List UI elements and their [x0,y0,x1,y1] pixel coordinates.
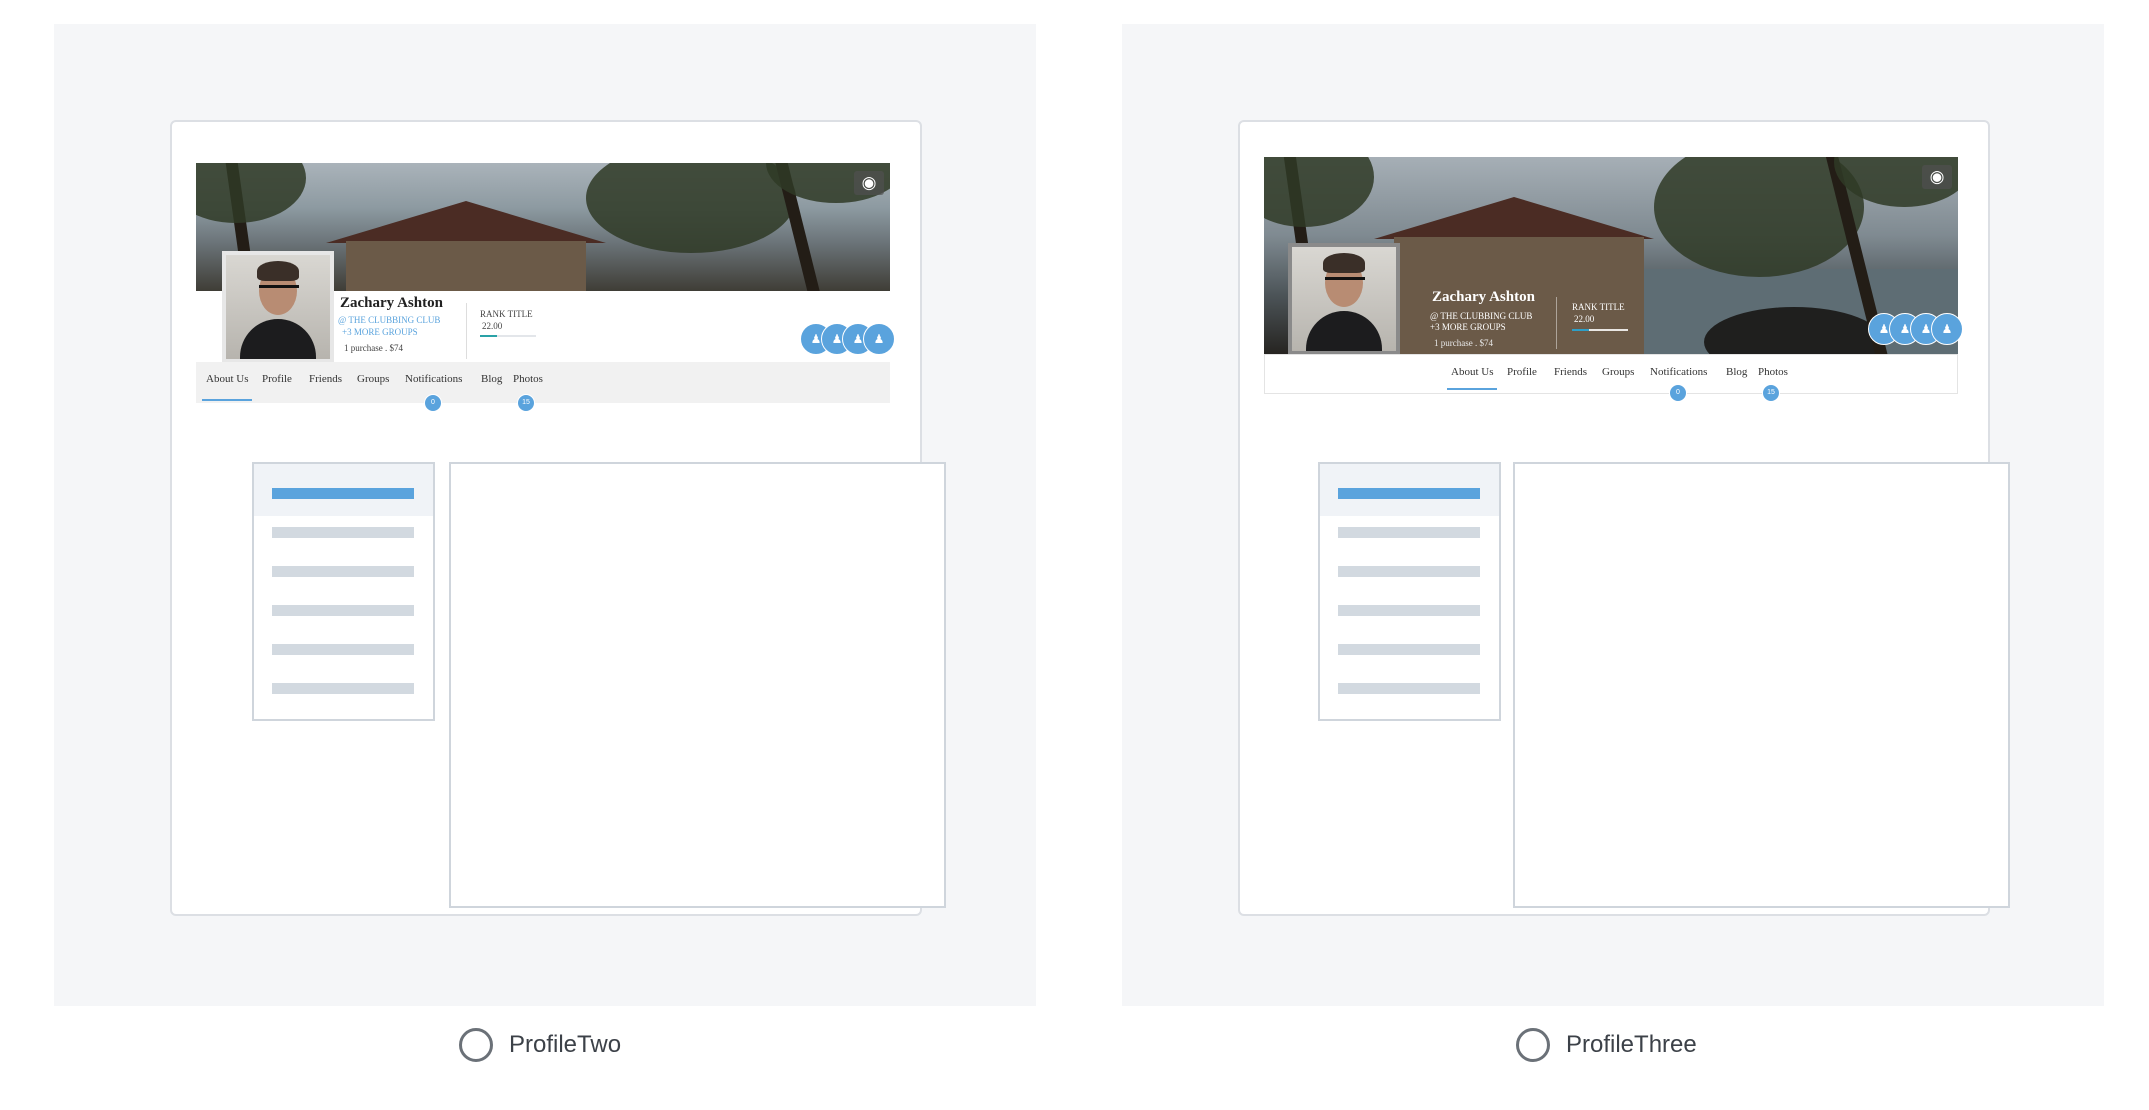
layout-option-profile-three[interactable]: ◉ Zachary Ashton @ THE CLUBBING CLUB +3 … [1068,0,2149,1110]
radio-button[interactable] [1516,1028,1550,1062]
divider [1556,297,1557,349]
photos-count-badge: 15 [517,394,535,412]
tab-profile[interactable]: Profile [1507,366,1537,378]
active-tab-indicator [1447,388,1497,390]
divider [466,303,467,359]
content-placeholder [1513,462,2010,908]
rank-title: RANK TITLE [1572,302,1625,312]
tab-groups[interactable]: Groups [1602,366,1634,378]
preview-panel: ◉ Zachary Ashton @ THE CLUBBING CLUB +3 … [1122,24,2104,1006]
tab-notifications[interactable]: Notifications [1650,366,1707,378]
notifications-count-badge: 0 [424,394,442,412]
tab-groups[interactable]: Groups [357,373,389,385]
rank-value: 22.00 [1574,314,1595,324]
rank-progress-bar [480,335,536,337]
group-link[interactable]: @ THE CLUBBING CLUB [1430,311,1532,321]
purchase-summary: 1 purchase . $74 [344,343,403,353]
layout-option-profile-two[interactable]: ◉ Zachary Ashton @ THE CLUBBING CLUB +3 … [0,0,1081,1110]
tab-about-us[interactable]: About Us [206,373,248,385]
group-badges: ♟ ♟ ♟ ♟ [800,323,895,355]
tab-blog[interactable]: Blog [481,373,502,385]
group-icon[interactable]: ♟ [863,323,895,355]
rank-value: 22.00 [482,321,503,331]
profile-header: ◉ Zachary Ashton @ THE CLUBBING CLUB +3 … [196,163,895,412]
photos-count-badge: 15 [1762,384,1780,402]
camera-icon[interactable]: ◉ [1922,165,1952,189]
sidebar-item[interactable] [1338,527,1480,538]
preview-panel: ◉ Zachary Ashton @ THE CLUBBING CLUB +3 … [54,24,1036,1006]
tab-friends[interactable]: Friends [309,373,342,385]
rank-progress-bar [1572,329,1628,331]
group-badges: ♟ ♟ ♟ ♟ [1868,313,1963,345]
sidebar-item[interactable] [272,605,414,616]
sidebar-item[interactable] [272,683,414,694]
group-link[interactable]: @ THE CLUBBING CLUB [338,315,440,325]
group-icon[interactable]: ♟ [1931,313,1963,345]
sidebar-item[interactable] [1338,644,1480,655]
sidebar-placeholder [1318,462,1501,721]
active-tab-indicator [202,399,252,401]
tab-notifications[interactable]: Notifications [405,373,462,385]
profile-name: Zachary Ashton [1432,289,1535,305]
sidebar-item[interactable] [272,527,414,538]
option-radio-row[interactable]: ProfileThree [1516,1025,1697,1065]
sidebar-item[interactable] [272,488,414,499]
avatar [222,251,334,363]
camera-icon[interactable]: ◉ [854,171,884,195]
sidebar-item[interactable] [272,566,414,577]
tab-photos[interactable]: Photos [1758,366,1788,378]
tab-about-us[interactable]: About Us [1451,366,1493,378]
rank-progress-fill [1572,329,1589,331]
tab-profile[interactable]: Profile [262,373,292,385]
profile-tabs: About Us Profile Friends Groups Notifica… [196,362,890,412]
option-label[interactable]: ProfileTwo [509,1031,621,1059]
sidebar-item[interactable] [272,644,414,655]
more-groups-link[interactable]: +3 MORE GROUPS [1430,322,1506,332]
profile-tabs: About Us Profile Friends Groups Notifica… [1264,354,1958,402]
content-placeholder [449,462,946,908]
more-groups-link[interactable]: +3 MORE GROUPS [342,327,418,337]
radio-button[interactable] [459,1028,493,1062]
sidebar-item[interactable] [1338,488,1480,499]
tab-photos[interactable]: Photos [513,373,543,385]
purchase-summary: 1 purchase . $74 [1434,338,1493,348]
sidebar-item[interactable] [1338,605,1480,616]
avatar [1288,243,1400,355]
sidebar-placeholder [252,462,435,721]
tab-friends[interactable]: Friends [1554,366,1587,378]
profile-name: Zachary Ashton [340,295,443,311]
rank-progress-fill [480,335,497,337]
sidebar-item[interactable] [1338,683,1480,694]
rank-title: RANK TITLE [480,309,533,319]
option-label[interactable]: ProfileThree [1566,1031,1697,1059]
sidebar-item[interactable] [1338,566,1480,577]
tab-blog[interactable]: Blog [1726,366,1747,378]
option-radio-row[interactable]: ProfileTwo [459,1025,621,1065]
notifications-count-badge: 0 [1669,384,1687,402]
profile-header: ◉ Zachary Ashton @ THE CLUBBING CLUB +3 … [1264,157,1963,402]
